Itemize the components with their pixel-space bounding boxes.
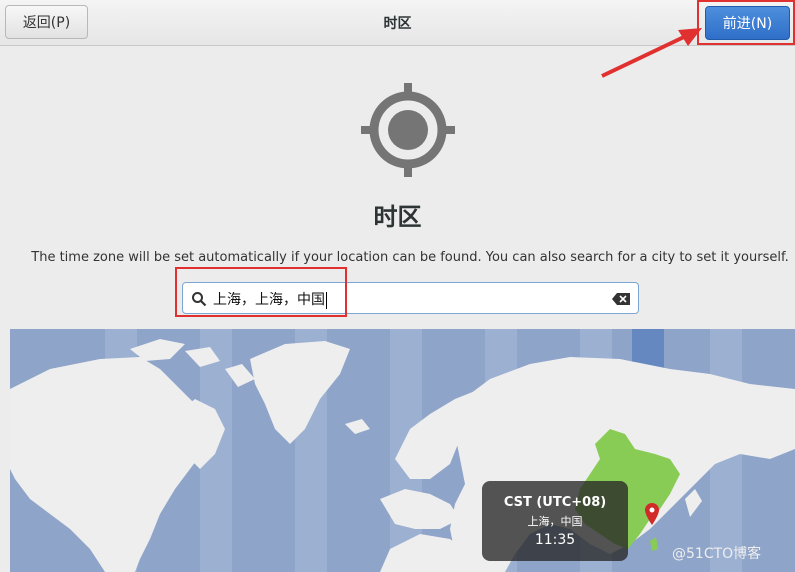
description-text: The time zone will be set automatically …	[31, 250, 789, 265]
timezone-tooltip: CST (UTC+08) 上海，中国 11:35	[482, 481, 628, 561]
world-map-graphic	[10, 329, 795, 572]
tooltip-city: 上海，中国	[527, 515, 583, 528]
watermark: @51CTO博客	[672, 546, 762, 562]
location-pin-icon	[645, 503, 659, 525]
annotation-box-search	[175, 267, 347, 317]
locate-icon	[361, 83, 455, 177]
tooltip-zone: CST (UTC+08)	[503, 495, 607, 510]
annotation-box-next	[697, 0, 795, 45]
annotation-arrow-icon	[601, 28, 702, 78]
tooltip-time: 11:35	[534, 532, 576, 548]
clear-text-icon[interactable]	[612, 293, 630, 305]
timezone-map[interactable]	[10, 329, 795, 572]
page-title: 时区	[373, 203, 422, 231]
